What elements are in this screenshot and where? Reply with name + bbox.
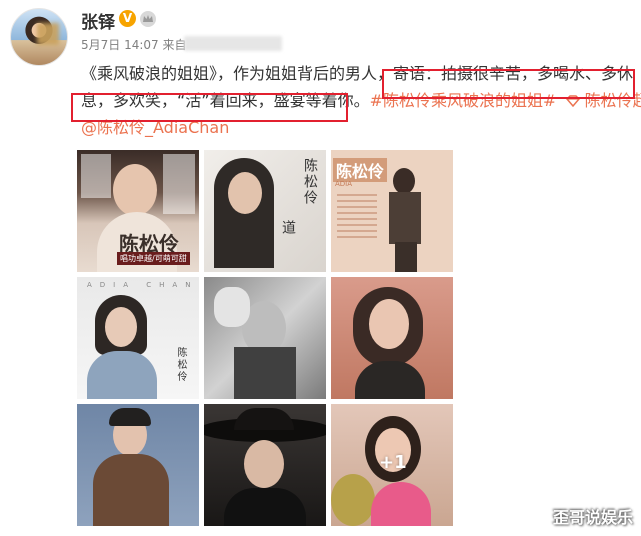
photo-face [369, 299, 409, 349]
photo-tile[interactable] [331, 277, 453, 399]
photo-toy [331, 474, 375, 526]
highlight-box-1 [382, 69, 635, 99]
post-date[interactable]: 5月7日 14:07 [81, 38, 159, 52]
photo-clothes [355, 361, 425, 399]
photo-title: 陈松伶 [175, 347, 186, 383]
photo-face [244, 440, 284, 488]
verified-badge-icon: V [119, 10, 136, 27]
photo-title: 陈松伶 [333, 158, 388, 182]
watermark-logo-icon [508, 510, 530, 522]
photo-tile[interactable] [204, 277, 326, 399]
photo-body [389, 192, 421, 244]
avatar-blur [37, 23, 59, 45]
photo-top-text: ADIA CHAN [87, 281, 199, 289]
highlight-box-2 [71, 93, 348, 122]
photo-tile[interactable]: +1 [331, 404, 453, 526]
photo-legs [395, 242, 417, 272]
source-prefix: 来自 [162, 38, 187, 52]
photo-text-block [337, 194, 377, 238]
username[interactable]: 张铎 [81, 8, 115, 33]
photo-tile[interactable] [204, 404, 326, 526]
photo-tile[interactable]: ADIA CHAN 陈松伶 [77, 277, 199, 399]
photo-clothes [234, 347, 296, 399]
post-meta: 5月7日 14:07 来自 [81, 36, 187, 53]
photo-hair [109, 408, 151, 426]
watermark-text: 歪哥说娱乐 [552, 508, 633, 527]
more-photos-count[interactable]: +1 [379, 452, 407, 473]
photo-text-block [81, 154, 111, 198]
post-text-1a: 《乘风破浪的姐姐》，作为姐姐背后的男人， [81, 64, 394, 83]
photo-subtitle: ADIA [335, 180, 353, 188]
photo-hat [234, 408, 294, 430]
source-redacted [184, 36, 282, 51]
photo-text-block [163, 154, 195, 214]
photo-subtitle: 道 [280, 220, 296, 236]
photo-tile[interactable]: 陈松伶 道 [204, 150, 326, 272]
photo-hand [214, 287, 250, 327]
photo-face [228, 172, 262, 214]
photo-face [105, 307, 137, 347]
photo-face [113, 164, 157, 216]
photo-tile[interactable] [77, 404, 199, 526]
photo-clothes [87, 351, 157, 399]
photo-jacket [93, 454, 169, 526]
photo-head [393, 168, 415, 194]
photo-tile[interactable]: 陈松伶 ADIA [331, 150, 453, 272]
photo-tile[interactable]: 陈松伶 唱功卓越/可萌可甜 [77, 150, 199, 272]
photo-title: 陈松伶 [302, 158, 318, 206]
photo-subtitle: 唱功卓越/可萌可甜 [117, 252, 190, 265]
photo-clothes [224, 488, 306, 526]
member-crown-icon [140, 11, 156, 27]
photo-clothes [371, 482, 431, 526]
avatar[interactable] [10, 8, 68, 66]
